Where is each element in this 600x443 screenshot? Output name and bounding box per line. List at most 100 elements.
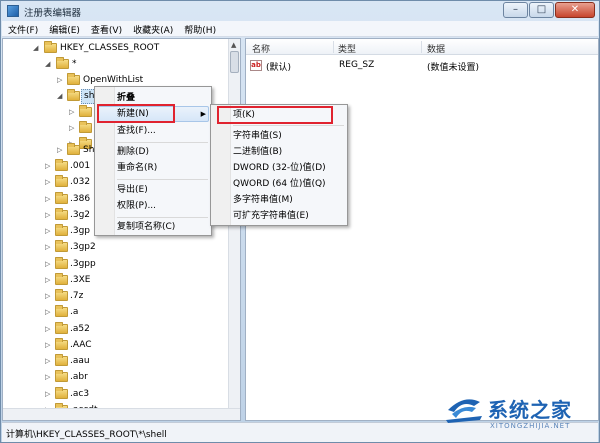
folder-icon [79,105,92,117]
menu-item-collapse[interactable]: 折叠 [117,91,135,105]
collapsed-triangle-icon[interactable]: ▷ [45,292,53,300]
collapsed-triangle-icon[interactable]: ▷ [45,195,53,203]
tree-label-extension: .3gp2 [70,242,96,253]
menu-help[interactable]: 帮助(H) [178,21,221,36]
menu-bar: 文件(F) 编辑(E) 查看(V) 收藏夹(A) 帮助(H) [2,21,598,37]
menu-separator [117,142,208,143]
expanded-triangle-icon[interactable]: ◢ [45,60,53,68]
menu-edit[interactable]: 编辑(E) [43,21,85,36]
tree-vertical-scrollbar[interactable]: ▲ ▼ [228,39,240,420]
tree-label-extension: .3XE [70,274,91,285]
collapsed-triangle-icon[interactable]: ▷ [45,211,53,219]
brand-logo-icon [446,399,482,423]
context-menu: 折叠 新建(N) ▶ 查找(F)... 删除(D) 重命名(R) 导出(E) 权… [94,86,212,236]
collapsed-triangle-icon[interactable]: ▷ [45,243,53,251]
folder-icon [55,305,68,318]
tree-node-extension[interactable]: ▷ .3gpp [3,256,229,272]
tree-node-extension[interactable]: ▷ .7z [3,288,229,304]
collapsed-triangle-icon[interactable]: ▷ [69,124,77,132]
tree-node-extension[interactable]: ▷ .ac3 [3,386,229,402]
tree-node-extension[interactable]: ▷ .AAC [3,337,229,353]
value-list-pane[interactable]: 名称 类型 数据 ab (默认) REG_SZ (数值未设置) [245,38,599,421]
collapsed-triangle-icon[interactable]: ▷ [57,76,65,84]
close-button[interactable]: ✕ [555,2,595,18]
folder-icon [55,370,68,383]
maximize-button[interactable]: □ [529,2,554,18]
folder-icon [55,240,68,253]
column-type[interactable]: 类型 [338,42,356,55]
column-name[interactable]: 名称 [252,42,270,55]
scroll-thumb[interactable] [230,51,239,73]
menu-view[interactable]: 查看(V) [85,21,127,36]
column-divider[interactable] [333,41,334,53]
tree-node-extension[interactable]: ▷ .aau [3,353,229,369]
scroll-up-arrow-icon[interactable]: ▲ [231,41,236,49]
folder-icon [55,175,68,188]
value-data: (数值未设置) [427,63,480,73]
folder-icon [55,354,68,366]
tree-node-extension[interactable]: ▷ .abr [3,369,229,385]
tree-label-extension: .3g2 [70,209,91,220]
collapsed-triangle-icon[interactable]: ▷ [45,390,53,398]
folder-icon [67,73,80,85]
collapsed-triangle-icon[interactable]: ▷ [45,357,53,365]
collapsed-triangle-icon[interactable]: ▷ [45,260,53,268]
submenu-item-binary[interactable]: 二进制值(B) [233,145,282,159]
submenu-item-qword[interactable]: QWORD (64 位)值(Q) [233,177,326,191]
expanded-triangle-icon[interactable]: ◢ [33,44,41,52]
collapsed-triangle-icon[interactable]: ▷ [45,227,53,235]
minimize-button[interactable]: – [503,2,528,18]
collapsed-triangle-icon[interactable]: ▷ [45,341,53,349]
submenu-item-expandable-string[interactable]: 可扩充字符串值(E) [233,209,309,223]
tree-label-extension: .7z [70,291,84,301]
window-title: 注册表编辑器 [24,8,82,19]
column-data[interactable]: 数据 [427,42,445,55]
collapsed-triangle-icon[interactable]: ▷ [45,178,53,186]
collapsed-triangle-icon[interactable]: ▷ [45,308,53,316]
tree-node-star[interactable]: ◢ * [3,56,229,72]
collapsed-triangle-icon[interactable]: ▷ [69,108,77,116]
watermark-url: XITONGZHIJIA.NET [490,422,571,430]
folder-icon [55,386,68,399]
menu-item-export[interactable]: 导出(E) [117,183,148,197]
column-divider[interactable] [421,41,422,53]
value-type: REG_SZ [339,60,375,70]
tree-node-extension[interactable]: ▷ .a [3,304,229,320]
folder-icon [55,224,68,236]
menu-favorites[interactable]: 收藏夹(A) [127,21,178,36]
expanded-triangle-icon[interactable]: ◢ [57,92,65,100]
string-value-icon: ab [250,60,262,71]
collapsed-triangle-icon[interactable]: ▷ [45,325,53,333]
menu-item-rename[interactable]: 重命名(R) [117,161,157,175]
value-row[interactable]: ab (默认) REG_SZ (数值未设置) [246,59,598,73]
submenu-item-string[interactable]: 字符串值(S) [233,129,282,143]
tree-label-extension: .001 [70,161,91,171]
collapsed-triangle-icon[interactable]: ▷ [45,373,53,381]
submenu-item-dword[interactable]: DWORD (32-位)值(D) [233,161,326,175]
tree-node-extension[interactable]: ▷ .3XE [3,272,229,288]
submenu-arrow-icon: ▶ [200,110,206,118]
folder-icon [55,159,68,171]
menu-item-copy-key-name[interactable]: 复制项名称(C) [117,220,175,234]
tree-horizontal-scrollbar[interactable] [3,408,240,420]
collapsed-triangle-icon[interactable]: ▷ [57,146,65,154]
tree-label-star: * [72,59,77,69]
tree-node-extension[interactable]: ▷ .a52 [3,321,229,337]
menu-item-delete[interactable]: 删除(D) [117,145,149,159]
submenu-item-multi-string[interactable]: 多字符串值(M) [233,193,293,207]
tree-label-extension: .abr [70,372,88,383]
collapsed-triangle-icon[interactable]: ▷ [45,276,53,284]
menu-file[interactable]: 文件(F) [2,21,43,36]
watermark-brand: 系统之家 [488,398,572,422]
tree-label-extension: .032 [70,177,91,188]
folder-icon [44,41,57,53]
tree-label-extension: .aau [70,356,90,366]
tree-node-root[interactable]: ◢ HKEY_CLASSES_ROOT [3,40,229,56]
menu-item-permissions[interactable]: 权限(P)... [117,199,156,213]
tree-label-extension: .a52 [70,323,90,334]
folder-icon [79,121,92,133]
title-bar[interactable]: 注册表编辑器 – □ ✕ [1,1,599,21]
tree-node-extension[interactable]: ▷ .3gp2 [3,239,229,255]
collapsed-triangle-icon[interactable]: ▷ [45,162,53,170]
menu-item-find[interactable]: 查找(F)... [117,124,156,138]
